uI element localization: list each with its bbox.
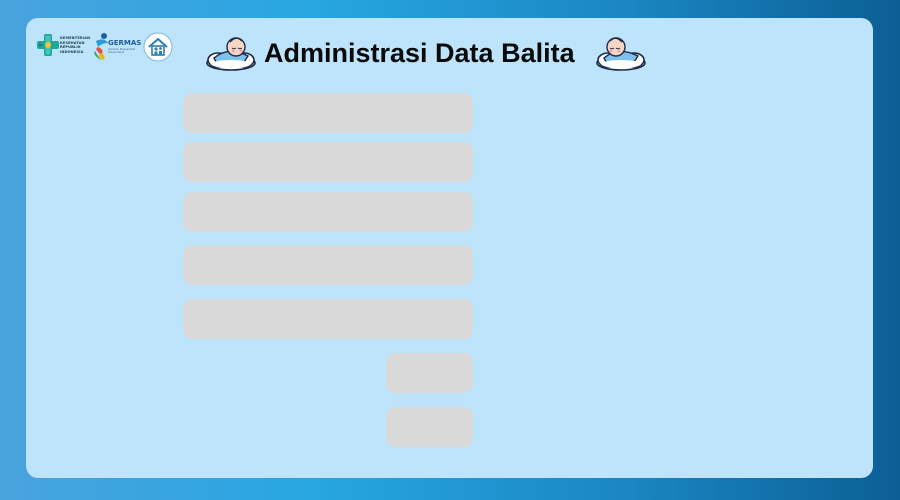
form-button-1[interactable] <box>386 353 473 393</box>
title-bar: Administrasi Data Balita <box>204 32 649 74</box>
germas-text: GERMAS <box>108 39 142 47</box>
kemenkes-text: KEMENTERIAN KESEHATAN REPUBLIK INDONESIA <box>60 36 91 54</box>
form-field-1[interactable] <box>183 93 473 133</box>
main-card: KEMENTERIAN KESEHATAN REPUBLIK INDONESIA… <box>26 18 873 478</box>
page-title: Administrasi Data Balita <box>264 38 575 68</box>
form-field-3[interactable] <box>183 192 473 232</box>
baby-on-cloud-icon <box>596 37 646 71</box>
baby-on-cloud-icon <box>206 37 256 71</box>
kemenkes-icon <box>37 34 59 56</box>
form-field-5[interactable] <box>183 299 473 339</box>
form-button-2[interactable] <box>386 407 473 447</box>
form-field-2[interactable] <box>183 142 473 182</box>
kemenkes-logo: KEMENTERIAN KESEHATAN REPUBLIK INDONESIA <box>36 31 90 63</box>
posyandu-house-icon <box>143 32 173 62</box>
form-field-4[interactable] <box>183 245 473 285</box>
germas-subtitle: Gerakan Masyarakat Hidup Sehat <box>108 48 135 54</box>
germas-logo: GERMAS Gerakan Masyarakat Hidup Sehat <box>92 31 142 63</box>
